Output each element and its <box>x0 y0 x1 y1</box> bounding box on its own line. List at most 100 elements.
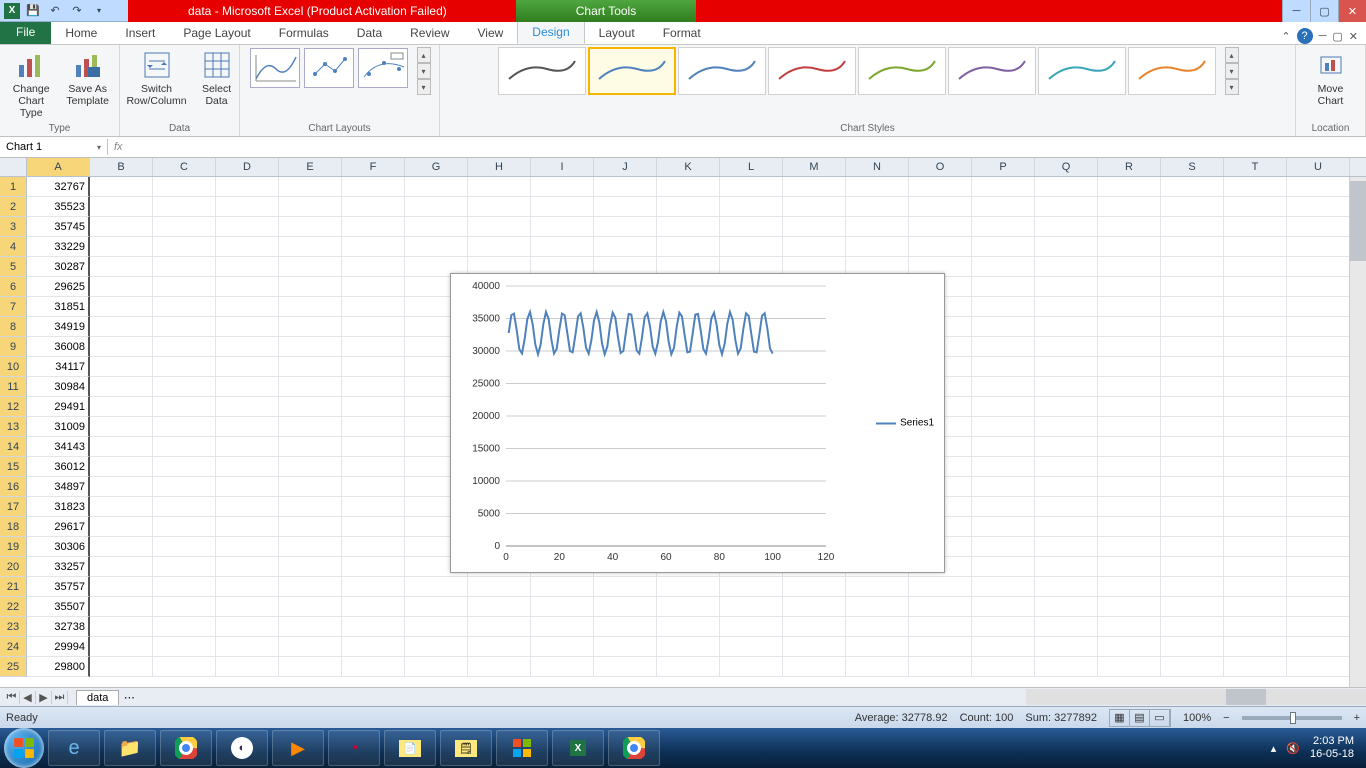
task-notepad-icon[interactable]: 📄 <box>384 730 436 766</box>
cell[interactable] <box>153 277 216 297</box>
cell[interactable] <box>972 377 1035 397</box>
move-chart-button[interactable]: Move Chart <box>1311 47 1351 109</box>
row-header[interactable]: 1 <box>0 177 27 197</box>
column-header-T[interactable]: T <box>1224 158 1287 176</box>
cell[interactable] <box>279 357 342 377</box>
cell[interactable] <box>153 397 216 417</box>
column-header-G[interactable]: G <box>405 158 468 176</box>
cell[interactable] <box>153 637 216 657</box>
cell[interactable] <box>90 177 153 197</box>
cell[interactable] <box>90 357 153 377</box>
cell[interactable] <box>216 597 279 617</box>
prev-sheet-icon[interactable]: ◀ <box>20 691 36 704</box>
cell[interactable] <box>1035 237 1098 257</box>
select-data-button[interactable]: Select Data <box>197 47 237 109</box>
cell[interactable] <box>1224 617 1287 637</box>
save-icon[interactable]: 💾 <box>24 2 42 20</box>
cell[interactable] <box>1098 357 1161 377</box>
select-all-corner[interactable] <box>0 158 27 176</box>
cell[interactable] <box>279 317 342 337</box>
cell[interactable] <box>1287 437 1350 457</box>
cell[interactable] <box>342 377 405 397</box>
cell[interactable]: 35757 <box>27 577 90 597</box>
cell[interactable] <box>1098 537 1161 557</box>
cell[interactable] <box>216 557 279 577</box>
cell[interactable] <box>1287 597 1350 617</box>
cell[interactable] <box>216 637 279 657</box>
cell[interactable] <box>468 617 531 637</box>
view-buttons[interactable]: ▦ ▤ ▭ <box>1109 709 1171 727</box>
cell[interactable] <box>1098 317 1161 337</box>
column-header-H[interactable]: H <box>468 158 531 176</box>
cell[interactable] <box>405 217 468 237</box>
cell[interactable] <box>153 477 216 497</box>
cell[interactable] <box>1161 177 1224 197</box>
cell[interactable] <box>216 177 279 197</box>
cell[interactable] <box>90 277 153 297</box>
zoom-in-icon[interactable]: + <box>1354 712 1360 724</box>
cell[interactable] <box>1098 197 1161 217</box>
cell[interactable] <box>342 617 405 637</box>
cell[interactable] <box>342 657 405 677</box>
cell[interactable] <box>531 657 594 677</box>
cell[interactable]: 34897 <box>27 477 90 497</box>
cell[interactable] <box>972 597 1035 617</box>
cell[interactable] <box>216 497 279 517</box>
row-header[interactable]: 10 <box>0 357 27 377</box>
normal-view-icon[interactable]: ▦ <box>1110 710 1130 726</box>
cell[interactable] <box>972 457 1035 477</box>
cell[interactable] <box>1287 237 1350 257</box>
cell[interactable] <box>846 177 909 197</box>
cell[interactable] <box>1098 517 1161 537</box>
cell[interactable] <box>594 577 657 597</box>
cell[interactable] <box>153 597 216 617</box>
cell[interactable] <box>90 397 153 417</box>
cell[interactable] <box>342 197 405 217</box>
layouts-scroll[interactable]: ▴▾▾ <box>417 47 431 95</box>
cell[interactable] <box>1224 537 1287 557</box>
row-header[interactable]: 24 <box>0 637 27 657</box>
cell[interactable] <box>216 617 279 637</box>
cell[interactable] <box>279 417 342 437</box>
cell[interactable]: 32767 <box>27 177 90 197</box>
chart-layouts-gallery[interactable] <box>249 47 409 89</box>
cell[interactable]: 30306 <box>27 537 90 557</box>
cell[interactable] <box>1287 577 1350 597</box>
cell[interactable] <box>1161 517 1224 537</box>
cell[interactable] <box>90 497 153 517</box>
chart-style-5[interactable] <box>858 47 946 95</box>
cell[interactable] <box>279 537 342 557</box>
row-header[interactable]: 22 <box>0 597 27 617</box>
cell[interactable] <box>720 597 783 617</box>
page-layout-view-icon[interactable]: ▤ <box>1130 710 1150 726</box>
cell[interactable] <box>216 517 279 537</box>
cell[interactable] <box>405 177 468 197</box>
row-header[interactable]: 3 <box>0 217 27 237</box>
worksheet-area[interactable]: ABCDEFGHIJKLMNOPQRSTU 132767235523335745… <box>0 158 1366 687</box>
cell[interactable] <box>153 537 216 557</box>
row-header[interactable]: 15 <box>0 457 27 477</box>
row-header[interactable]: 18 <box>0 517 27 537</box>
column-header-B[interactable]: B <box>90 158 153 176</box>
cell[interactable] <box>90 237 153 257</box>
cell[interactable] <box>1224 197 1287 217</box>
cell[interactable] <box>1098 217 1161 237</box>
cell[interactable] <box>657 237 720 257</box>
cell[interactable] <box>153 557 216 577</box>
task-explorer-icon[interactable]: 📁 <box>104 730 156 766</box>
cell[interactable]: 36012 <box>27 457 90 477</box>
cell[interactable] <box>909 597 972 617</box>
cell[interactable] <box>279 277 342 297</box>
minimize-ribbon-icon[interactable]: ⌃ <box>1281 30 1290 43</box>
next-sheet-icon[interactable]: ▶ <box>36 691 52 704</box>
cell[interactable] <box>153 177 216 197</box>
cell[interactable] <box>342 477 405 497</box>
cell[interactable] <box>90 517 153 537</box>
cell[interactable] <box>594 617 657 637</box>
cell[interactable] <box>1035 457 1098 477</box>
cell[interactable] <box>279 497 342 517</box>
cell[interactable] <box>468 197 531 217</box>
cell[interactable] <box>1161 477 1224 497</box>
cell[interactable] <box>279 257 342 277</box>
cell[interactable] <box>1224 317 1287 337</box>
